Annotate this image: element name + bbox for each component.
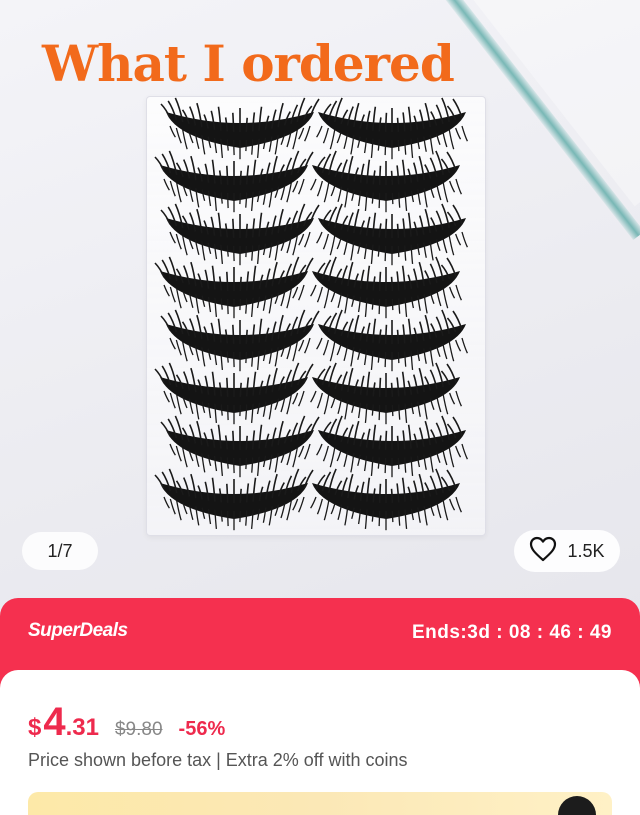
promo-banner[interactable]	[28, 792, 612, 815]
lash-strip	[310, 150, 462, 213]
deal-countdown: Ends:3d : 08 : 46 : 49	[411, 622, 612, 643]
image-overlay-title: What I ordered	[42, 34, 455, 93]
price-note: Price shown before tax | Extra 2% off wi…	[28, 750, 408, 770]
price-cents: .31	[65, 714, 99, 741]
lash-strip	[160, 203, 320, 266]
lash-strip	[154, 150, 314, 213]
lash-strip	[316, 203, 468, 266]
lash-strip	[154, 256, 314, 319]
lash-strip	[310, 468, 462, 531]
price-row: $ 4 .31 $9.80 -56%	[28, 700, 225, 745]
lash-strip	[316, 97, 468, 160]
lash-strip	[160, 309, 320, 372]
image-counter: 1/7	[22, 532, 98, 570]
promo-badge-icon	[558, 796, 596, 815]
price-currency: $	[28, 714, 42, 741]
like-button[interactable]: 1.5K	[514, 530, 620, 572]
like-count: 1.5K	[567, 540, 605, 561]
superdeals-brand: SuperDeals	[28, 620, 128, 641]
lash-strip	[154, 362, 314, 425]
lash-strip	[316, 309, 468, 372]
lash-strip	[316, 415, 468, 478]
original-price: $9.80	[114, 719, 163, 740]
price-whole: 4	[43, 700, 66, 744]
discount-badge: -56%	[178, 718, 226, 740]
lash-strip	[160, 415, 320, 478]
price-card: $ 4 .31 $9.80 -56% Price shown before ta…	[0, 670, 640, 815]
image-counter-text: 1/7	[47, 540, 73, 561]
lash-strip	[160, 97, 320, 160]
heart-outline-icon	[529, 536, 557, 567]
lash-strip	[310, 362, 462, 425]
product-image-gallery[interactable]: What I ordered 1/7 1.5K	[0, 0, 640, 640]
lash-strip	[154, 468, 314, 531]
lash-strip	[310, 256, 462, 319]
